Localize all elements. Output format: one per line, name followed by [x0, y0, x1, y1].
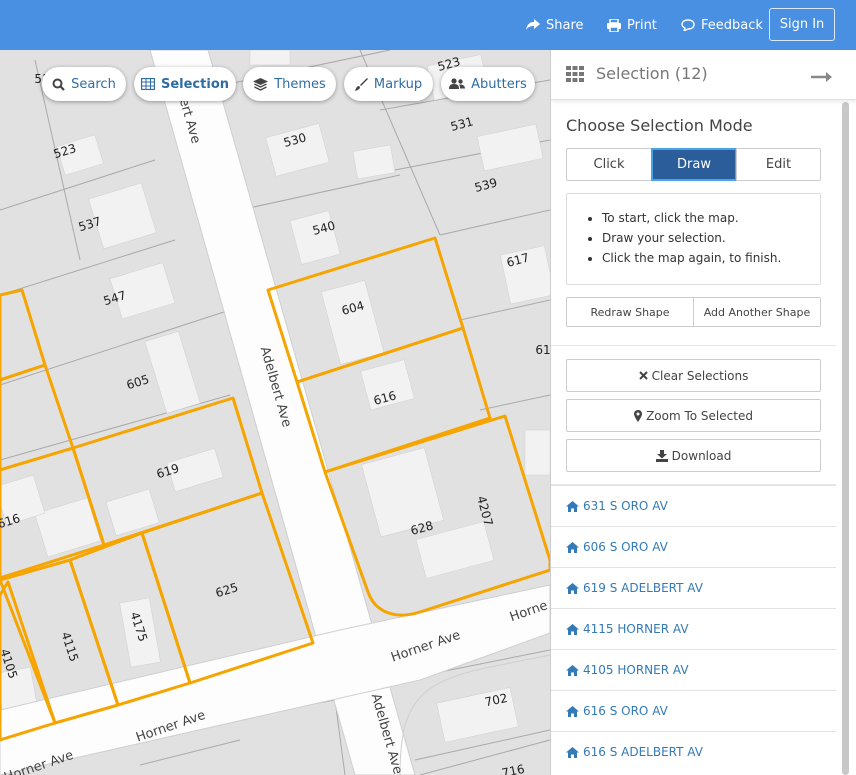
result-item[interactable]: 4115 HORNER AV: [551, 608, 836, 649]
redraw-shape-button[interactable]: Redraw Shape: [566, 297, 694, 327]
instruction-item: To start, click the map.: [602, 208, 808, 228]
result-item[interactable]: 606 S ORO AV: [551, 526, 836, 567]
home-icon: [566, 541, 579, 553]
panel-title: Selection (12): [596, 64, 708, 83]
result-label: 4115 HORNER AV: [583, 622, 689, 636]
result-item[interactable]: 631 S ORO AV: [551, 485, 836, 526]
grid-icon: [566, 66, 584, 86]
result-label: 606 S ORO AV: [583, 540, 668, 554]
download-label: Download: [671, 448, 732, 463]
parcel-label: 531: [449, 114, 475, 133]
parcel-label: 625: [214, 580, 240, 600]
top-navbar: Share Print Feedback Sign In: [0, 0, 856, 50]
click-mode-button[interactable]: Click: [566, 148, 652, 181]
panel-scrollbar[interactable]: [842, 102, 849, 775]
search-icon: [52, 78, 65, 91]
edit-mode-button[interactable]: Edit: [736, 148, 821, 181]
result-item[interactable]: 619 S ADELBERT AV: [551, 567, 836, 608]
search-tool-label: Search: [71, 76, 116, 92]
selection-tool-button[interactable]: Selection: [134, 67, 236, 101]
zoom-to-selected-label: Zoom To Selected: [646, 408, 753, 423]
home-icon: [566, 500, 579, 512]
print-label: Print: [627, 17, 657, 33]
parcel-label: 605: [125, 372, 151, 392]
instruction-item: Draw your selection.: [602, 228, 808, 248]
paintbrush-icon: [354, 77, 368, 91]
selection-tool-label: Selection: [160, 76, 229, 92]
markup-tool-button[interactable]: Markup: [344, 67, 433, 101]
download-icon: [655, 449, 668, 462]
map-marker-icon: [634, 409, 643, 422]
map-canvas[interactable]: 51 523 523 530 531 537 539 540 547 604 6…: [0, 50, 550, 775]
draw-mode-button[interactable]: Draw: [651, 148, 737, 181]
print-icon: [607, 18, 621, 32]
abutters-tool-label: Abutters: [471, 76, 527, 92]
close-icon: [638, 371, 648, 380]
result-label: 616 S ADELBERT AV: [583, 745, 703, 759]
clear-selections-button[interactable]: Clear Selections: [566, 359, 821, 392]
search-tool-button[interactable]: Search: [42, 67, 126, 101]
parcel-label: 4207: [474, 494, 495, 527]
result-label: 631 S ORO AV: [583, 499, 668, 513]
table-icon: [140, 78, 155, 90]
zoom-to-selected-button[interactable]: Zoom To Selected: [566, 399, 821, 432]
abutters-tool-button[interactable]: Abutters: [441, 67, 535, 101]
panel-header: Selection (12): [551, 50, 856, 100]
home-icon: [566, 746, 579, 758]
result-item[interactable]: 616 S ADELBERT AV: [551, 731, 836, 772]
add-shape-button[interactable]: Add Another Shape: [693, 297, 821, 327]
layers-icon: [253, 77, 269, 91]
download-button[interactable]: Download: [566, 439, 821, 472]
result-label: 619 S ADELBERT AV: [583, 581, 703, 595]
markup-tool-label: Markup: [373, 76, 423, 92]
feedback-link[interactable]: Feedback: [681, 0, 763, 50]
users-icon: [449, 78, 466, 90]
sign-in-button[interactable]: Sign In: [769, 8, 835, 41]
draw-instructions: To start, click the map. Draw your selec…: [566, 193, 821, 285]
parcel-label: 4115: [58, 630, 81, 663]
instruction-item: Click the map again, to finish.: [602, 248, 808, 268]
result-item[interactable]: 4105 HORNER AV: [551, 649, 836, 690]
selection-panel: Selection (12) Choose Selection Mode Cli…: [550, 50, 856, 775]
themes-tool-button[interactable]: Themes: [243, 67, 336, 101]
print-link[interactable]: Print: [607, 0, 657, 50]
collapse-arrow-icon[interactable]: [811, 68, 833, 87]
parcel-label: 61: [535, 343, 550, 357]
result-label: 4105 HORNER AV: [583, 663, 689, 677]
feedback-label: Feedback: [701, 17, 763, 33]
clear-selections-label: Clear Selections: [651, 368, 749, 383]
home-icon: [566, 582, 579, 594]
parcel-label: 539: [473, 175, 499, 194]
parcel-label: 716: [501, 762, 526, 775]
result-label: 616 S ORO AV: [583, 704, 668, 718]
selection-mode-title: Choose Selection Mode: [566, 116, 753, 135]
share-label: Share: [546, 17, 584, 33]
share-icon: [526, 19, 540, 31]
result-item[interactable]: 616 S ORO AV: [551, 690, 836, 731]
map-layer: 51 523 523 530 531 537 539 540 547 604 6…: [0, 50, 550, 775]
comment-icon: [681, 19, 695, 31]
home-icon: [566, 664, 579, 676]
divider: [551, 345, 836, 346]
share-link[interactable]: Share: [526, 0, 584, 50]
home-icon: [566, 623, 579, 635]
home-icon: [566, 705, 579, 717]
themes-tool-label: Themes: [274, 76, 326, 92]
